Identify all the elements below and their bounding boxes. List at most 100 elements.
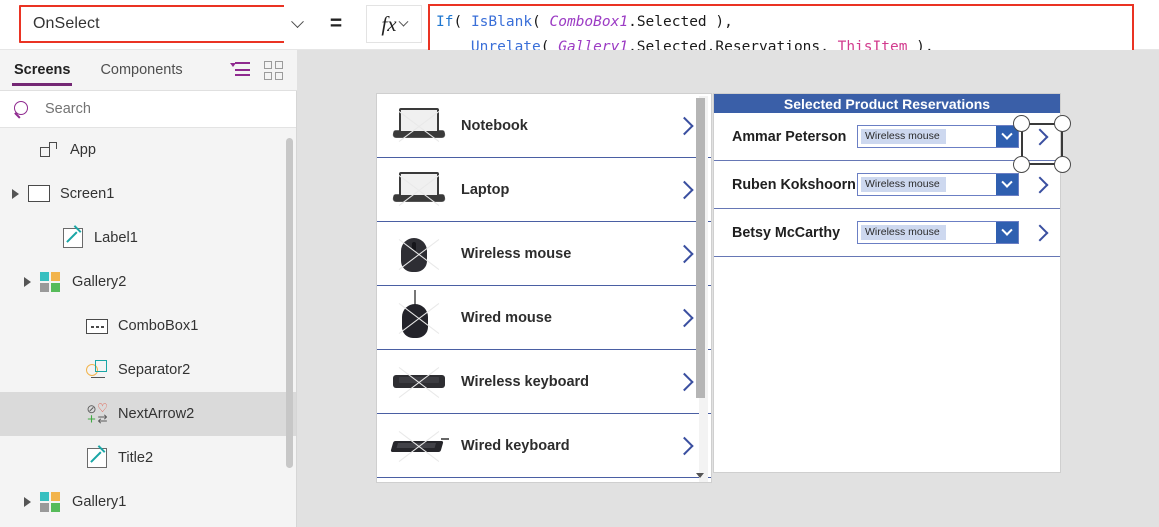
tree-item-separator2[interactable]: Separator2 [0, 348, 296, 392]
combobox-icon [86, 315, 108, 337]
chevron-down-icon[interactable] [996, 174, 1018, 195]
gallery-item[interactable]: Laptop [377, 158, 711, 222]
search-input[interactable]: Search [0, 91, 296, 128]
tree-item-nextarrow2[interactable]: ⊘ ♡ + ⇄ NextArrow2 [0, 392, 296, 436]
chevron-right-icon[interactable] [675, 116, 694, 135]
reservation-combobox-value: Wireless mouse [861, 225, 946, 240]
reservations-panel: Selected Product Reservations Ammar Pete… [713, 93, 1061, 473]
expander-icon[interactable] [24, 497, 31, 507]
reservations-title: Selected Product Reservations [714, 94, 1060, 113]
sidebar-tabs: Screens Components [0, 50, 297, 91]
reservation-person-name: Ruben Kokshoorn [732, 176, 856, 193]
tab-screens[interactable]: Screens [12, 50, 73, 91]
chevron-right-icon[interactable] [675, 308, 694, 327]
tree-item-label: NextArrow2 [118, 406, 195, 422]
search-icon [14, 100, 31, 118]
scroll-down-icon[interactable] [695, 473, 704, 478]
expander-icon[interactable] [24, 277, 31, 287]
formula-token: If [436, 14, 454, 30]
property-dropdown-button[interactable] [284, 5, 310, 43]
tree-item-label: Gallery2 [72, 274, 127, 290]
gallery-item[interactable]: Wireless keyboard [377, 350, 711, 414]
tree-item-label: ComboBox1 [118, 318, 199, 334]
tree-view-icon[interactable] [230, 62, 250, 78]
screen-icon [28, 183, 50, 205]
left-sidebar: Screens Components Search App Screen1 Labe… [0, 50, 297, 527]
gallery-item-label: Wireless mouse [461, 245, 572, 262]
thumbnail-view-icon[interactable] [264, 61, 283, 80]
formula-token: ( [453, 14, 471, 30]
gallery-item[interactable]: Wireless mouse [377, 222, 711, 286]
tree-item-label: Screen1 [60, 186, 115, 202]
separator-icon [86, 359, 108, 381]
wireless-mouse-photo [391, 232, 447, 276]
tree-item-combobox1[interactable]: ComboBox1 [0, 304, 296, 348]
chevron-down-icon[interactable] [996, 222, 1018, 243]
fx-label: fx [381, 11, 397, 36]
reservation-combobox[interactable]: Wireless mouse [857, 221, 1019, 244]
tree-item-gallery2[interactable]: Gallery2 [0, 260, 296, 304]
gallery-item[interactable]: Wired keyboard [377, 414, 711, 478]
tree-item-label: App [70, 142, 96, 158]
reservation-row[interactable]: Betsy McCarthy Wireless mouse [714, 209, 1060, 257]
reservation-row[interactable]: Ammar Peterson Wireless mouse [714, 113, 1060, 161]
tab-components[interactable]: Components [98, 50, 184, 91]
gallery-item-label: Wired mouse [461, 309, 552, 326]
sidebar-scrollbar-thumb[interactable] [286, 138, 293, 468]
formula-token: ( [532, 14, 550, 30]
chevron-right-icon[interactable] [675, 436, 694, 455]
tree-item-title2[interactable]: Title2 [0, 436, 296, 480]
expander-icon[interactable] [12, 189, 19, 199]
chevron-right-icon[interactable] [1031, 224, 1049, 241]
fx-button[interactable]: fx [366, 5, 422, 43]
formula-token: ComboBox1 [549, 14, 629, 30]
property-selector-value: OnSelect [33, 15, 100, 32]
chevron-down-icon [290, 14, 304, 28]
equals-sign: = [329, 12, 343, 35]
formula-line: If( IsBlank( ComboBox1.Selected ), [436, 10, 1132, 35]
gallery-item-label: Wired keyboard [461, 437, 570, 454]
chevron-right-icon[interactable] [1031, 176, 1049, 193]
reservation-row[interactable]: Ruben Kokshoorn Wireless mouse [714, 161, 1060, 209]
chevron-right-icon[interactable] [675, 372, 694, 391]
app-icon [38, 139, 60, 161]
wired-mouse-photo [391, 289, 447, 340]
laptop-photo [391, 168, 447, 212]
tree-item-label1[interactable]: Label1 [0, 216, 296, 260]
wired-keyboard-photo [390, 424, 449, 468]
search-placeholder: Search [45, 101, 91, 117]
tree-item-label: Separator2 [118, 362, 191, 378]
chevron-right-icon[interactable] [675, 180, 694, 199]
product-gallery[interactable]: Notebook Laptop Wireless mouse Wired mouse W… [376, 93, 712, 483]
tree-item-gallery1[interactable]: Gallery1 [0, 480, 296, 524]
formula-token: IsBlank [470, 14, 533, 30]
tree-item-screen1[interactable]: Screen1 [0, 172, 296, 216]
reservation-combobox[interactable]: Wireless mouse [857, 173, 1019, 196]
next-arrow-icon: ⊘ ♡ + ⇄ [86, 401, 108, 428]
sidebar-scrollbar[interactable] [286, 138, 293, 518]
property-selector-highlight[interactable]: OnSelect [19, 5, 301, 43]
chevron-right-icon[interactable] [1031, 128, 1049, 145]
reservation-person-name: Betsy McCarthy [732, 224, 841, 241]
gallery-item[interactable]: Wired mouse [377, 286, 711, 350]
tree-item-label: Gallery1 [72, 494, 127, 510]
label-icon [86, 447, 108, 469]
chevron-right-icon[interactable] [675, 244, 694, 263]
tree-item-label: Label1 [94, 230, 138, 246]
chevron-down-icon[interactable] [996, 126, 1018, 147]
tab-screens-label: Screens [14, 62, 71, 78]
reservation-combobox[interactable]: Wireless mouse [857, 125, 1019, 148]
gallery-icon [40, 271, 62, 293]
gallery-item[interactable]: Notebook [377, 94, 711, 158]
wireless-keyboard-photo [391, 360, 447, 404]
formula-token: .Selected ), [628, 14, 733, 30]
gallery-item-label: Wireless keyboard [461, 373, 590, 390]
chevron-down-icon [398, 16, 409, 27]
gallery-item-label: Laptop [461, 181, 510, 198]
tree-item-app[interactable]: App [0, 128, 296, 172]
gallery-scrollbar[interactable] [695, 96, 708, 482]
gallery-scrollbar-thumb[interactable] [696, 98, 705, 398]
screens-tree: App Screen1 Label1 Gallery2 ComboBox1 Separat… [0, 128, 296, 527]
tree-item-label: Title2 [118, 450, 154, 466]
gallery-item-label: Notebook [461, 117, 528, 134]
